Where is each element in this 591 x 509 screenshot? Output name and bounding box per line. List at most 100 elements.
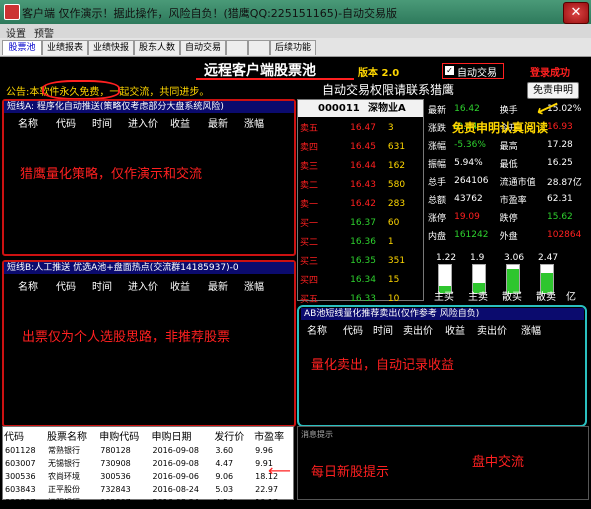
- bid-row[interactable]: 买二 16.36 1: [298, 232, 423, 251]
- bid-row[interactable]: 买四 16.34 15: [298, 270, 423, 289]
- stat-key: 内盘: [428, 231, 447, 242]
- panel-a: 短线A: 程序化自动推送(策略仅考虑部分大盘系统风险) 名称 代码 时间 进入价…: [2, 99, 296, 256]
- panel-ab-note: 量化卖出，自动记录收益: [311, 358, 455, 373]
- ask-row[interactable]: 卖四 16.45 631: [298, 137, 423, 156]
- ipo-cell: 2016-08-24: [152, 485, 199, 494]
- stat-key: 流通市值: [499, 177, 536, 188]
- stat-value: 16.93: [547, 122, 573, 132]
- tab-shareholders[interactable]: 股东人数: [134, 40, 180, 55]
- tab-future-features[interactable]: 后续功能: [270, 40, 316, 55]
- quote-name: 深物业A: [368, 103, 406, 114]
- ask-volume: 162: [387, 160, 406, 171]
- bar-value: 2.47: [538, 253, 559, 263]
- ipo-panel: 代码 股票名称 申购代码 申购日期 发行价 市盈率 601128 常熟银行 780128 201…: [2, 426, 294, 507]
- ipo-row[interactable]: 603843 正平股份 732843 2016-08-24 5.03 22.97: [3, 483, 293, 496]
- bid-row[interactable]: 买三 16.35 351: [298, 251, 423, 270]
- close-button[interactable]: ✕: [563, 2, 589, 24]
- stat-value: 16.25: [547, 158, 573, 168]
- panel-b: 短线B:人工推送 优选A池+盘面热点(交流群14185937)-0 名称 代码 …: [2, 260, 296, 427]
- col-profit: 收益: [170, 119, 190, 130]
- stat-value: 17.28: [547, 140, 573, 150]
- ipo-cell: 601128: [5, 446, 36, 455]
- ask-volume: 3: [387, 122, 394, 133]
- ipo-cell: 300536: [5, 472, 36, 481]
- tab-blank-1[interactable]: [226, 40, 248, 55]
- bars-panel: 1.22 主买 1.9 主卖 3.06 散买 2.47 散卖: [430, 253, 580, 303]
- bid-row[interactable]: 买一 16.37 60: [298, 213, 423, 232]
- ipo-row[interactable]: 300536 农尚环境 300536 2016-09-06 9.06 18.12: [3, 470, 293, 483]
- tab-stock-pool[interactable]: 股票池: [2, 40, 42, 55]
- menu-bar: 设置 预警: [0, 24, 591, 40]
- stat-row: 涨幅 -5.36% 最高 17.28: [426, 136, 591, 154]
- ask-price: 16.42: [350, 198, 376, 209]
- auto-trade-label: 自动交易: [457, 68, 497, 79]
- panel-ab-title: AB池短线量化推荐卖出(仅作参考 风险自负): [301, 308, 584, 320]
- tab-auto-trade[interactable]: 自动交易: [180, 40, 226, 55]
- ipo-row[interactable]: 603007 无锡银行 730908 2016-09-08 4.47 9.91: [3, 457, 293, 470]
- panel-ab: AB池短线量化推荐卖出(仅作参考 风险自负) 名称 代码 时间 卖出价 收益 卖…: [297, 305, 587, 427]
- bar-label: 主买: [434, 292, 454, 303]
- col-entry-price: 进入价: [128, 282, 158, 293]
- ipo-row[interactable]: 002807 江阴银行 002807 2016-08-24 4.54 10.17: [3, 496, 293, 509]
- stat-key: 总手: [428, 177, 447, 188]
- ask-price: 16.43: [350, 179, 376, 190]
- ipo-cell: 780128: [100, 446, 131, 455]
- stat-value: 43762: [454, 194, 483, 204]
- stat-key: 最高: [499, 141, 518, 152]
- ipo-row[interactable]: 601128 常熟银行 780128 2016-09-08 3.60 9.96: [3, 444, 293, 457]
- ipo-cell: 603007: [5, 459, 36, 468]
- stat-row: 内盘 161242 外盘 102864: [426, 226, 591, 244]
- ipo-cell: 2016-09-08: [152, 446, 199, 455]
- panel-b-note: 出票仅为个人选股思路，非推荐股票: [22, 330, 231, 345]
- ipo-cell: 常熟银行: [47, 446, 80, 455]
- checkbox-check-icon: ✓: [445, 66, 454, 75]
- version-label: 版本 2.0: [358, 68, 400, 79]
- bar-value: 1.22: [436, 253, 457, 263]
- ipo-cell: 732843: [100, 485, 131, 494]
- ipo-cell: 2016-09-06: [152, 472, 199, 481]
- bid-price: 16.37: [350, 217, 376, 228]
- bid-volume: 60: [387, 217, 400, 228]
- close-icon: ✕: [570, 5, 582, 20]
- col-name: 名称: [18, 282, 38, 293]
- ask-row[interactable]: 卖五 16.47 3: [298, 118, 423, 137]
- ipo-cell: 农尚环境: [47, 472, 80, 481]
- col-profit: 收益: [170, 282, 190, 293]
- col-latest: 最新: [208, 282, 228, 293]
- stat-key: 涨幅: [428, 141, 447, 152]
- stat-key: 跌停: [499, 213, 518, 224]
- ipo-cell: 300536: [100, 472, 131, 481]
- ask-volume: 631: [387, 141, 406, 152]
- ipo-cell: 3.60: [215, 446, 234, 455]
- panel-a-title: 短线A: 程序化自动推送(策略仅考虑部分大盘系统风险): [4, 101, 294, 113]
- ask-row[interactable]: 卖三 16.44 162: [298, 156, 423, 175]
- tab-earnings-flash[interactable]: 业绩快报: [88, 40, 134, 55]
- col-code: 代码: [56, 119, 76, 130]
- ipo-cell: 10.17: [255, 498, 279, 507]
- col-time: 时间: [92, 282, 112, 293]
- auto-trade-checkbox[interactable]: ✓ 自动交易: [442, 63, 504, 79]
- bid-label: 买三: [300, 257, 319, 267]
- ask-label: 卖三: [300, 162, 319, 172]
- ipo-cell: 无锡银行: [47, 459, 80, 468]
- stat-key: 最新: [428, 105, 447, 116]
- ipo-col-header: 股票名称: [46, 432, 87, 443]
- ask-volume: 283: [387, 198, 406, 209]
- ipo-cell: 002807: [5, 498, 36, 507]
- tab-earnings-report[interactable]: 业绩报表: [42, 40, 88, 55]
- ask-row[interactable]: 卖二 16.43 580: [298, 175, 423, 194]
- bid-price: 16.35: [350, 255, 376, 266]
- ipo-cell: 9.96: [255, 446, 273, 455]
- stat-row: 最新 16.42 换手 15.02%: [426, 100, 591, 118]
- stat-value: 19.09: [454, 212, 480, 222]
- ipo-cell: 5.03: [215, 485, 234, 494]
- stat-value: 28.87亿: [547, 177, 582, 188]
- ask-row[interactable]: 卖一 16.42 283: [298, 194, 423, 213]
- login-status: 登录成功: [530, 68, 570, 79]
- ipo-cell: 730908: [100, 459, 131, 468]
- col-name: 名称: [307, 326, 327, 337]
- col-name: 名称: [18, 119, 38, 130]
- ipo-cell: 2016-09-08: [152, 459, 199, 468]
- bar-value: 1.9: [470, 253, 485, 263]
- tab-blank-2[interactable]: [248, 40, 270, 55]
